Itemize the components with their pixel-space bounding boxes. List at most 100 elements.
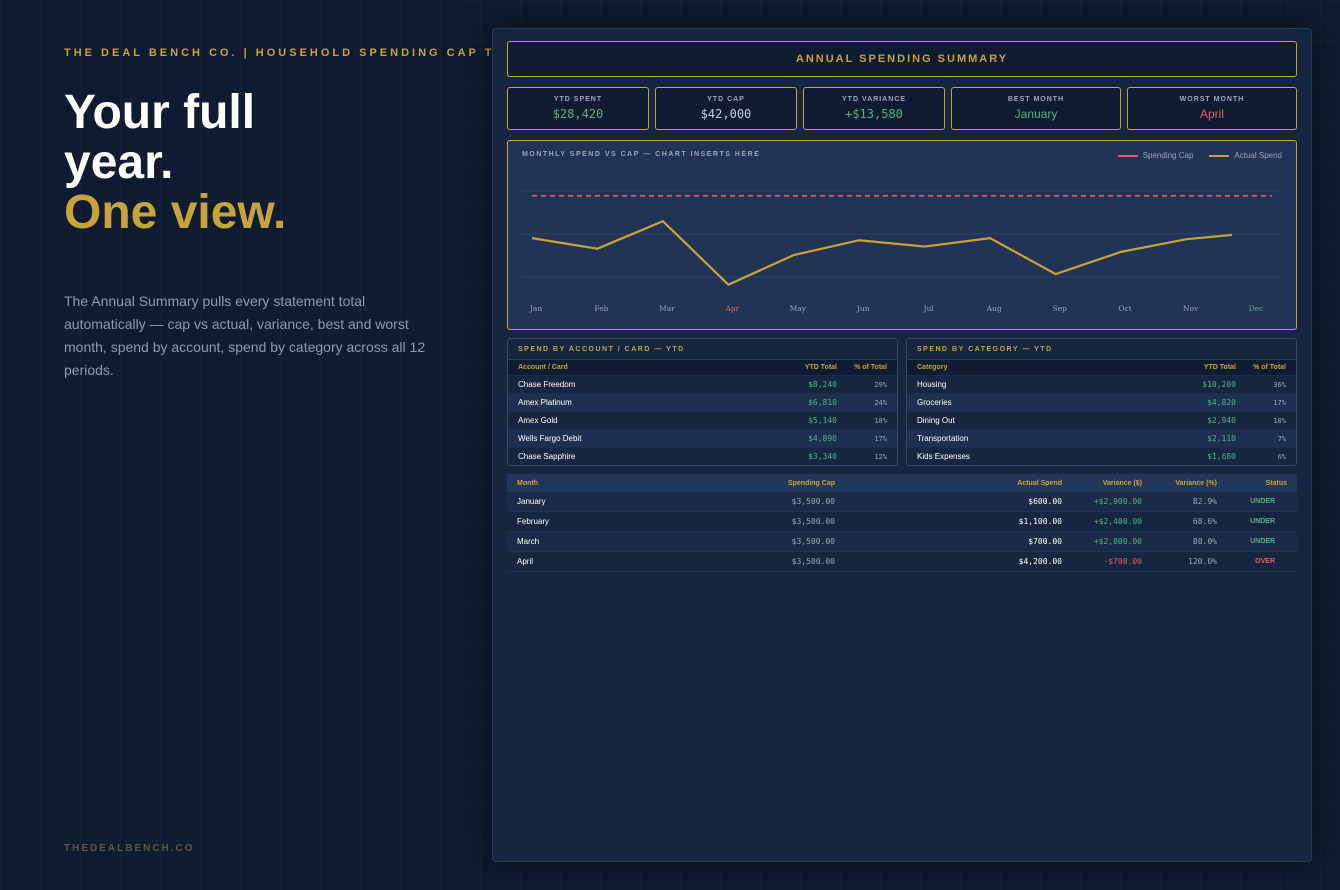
kpi-label: YTD CAP	[707, 96, 745, 103]
x-tick-label: Apr	[724, 304, 739, 313]
x-tick-label: Nov	[1183, 304, 1199, 313]
monthly-cell-cap: $3,500.00	[791, 517, 835, 526]
category-cell-total: $10,200	[1202, 380, 1236, 389]
account-row: Wells Fargo Debit $4,890 17%	[508, 429, 897, 447]
account-cell-pct: 17%	[874, 435, 887, 443]
monthly-cell-month: April	[517, 557, 534, 566]
kpi-worst-month: WORST MONTH April	[1127, 87, 1297, 130]
monthly-cell-variance: -$700.00	[1103, 557, 1142, 566]
account-cell-pct: 24%	[874, 399, 887, 407]
category-row: Kids Expenses $1,680 6%	[907, 447, 1296, 465]
kpi-ytd-spent: YTD SPENT $28,420	[507, 87, 649, 130]
kpi-value: $42,000	[700, 107, 752, 121]
kpi-value: +$13,580	[845, 107, 903, 121]
x-tick-label: Feb	[594, 304, 608, 313]
x-tick-label: Jun	[856, 304, 870, 313]
kpi-label: WORST MONTH	[1179, 96, 1245, 103]
account-cell-total: $3,340	[808, 452, 837, 461]
account-cell-total: $4,890	[808, 434, 837, 443]
category-cell-pct: 7%	[1277, 435, 1286, 443]
account-row: Chase Freedom $8,240 29%	[508, 375, 897, 393]
monthly-cell-month: March	[517, 537, 540, 546]
monthly-cell-status: UNDER	[1250, 498, 1275, 505]
category-cell-pct: 17%	[1273, 399, 1286, 407]
monthly-cell-pct: 80.0%	[1192, 537, 1217, 546]
x-tick-label: Jan	[529, 304, 542, 313]
x-tick-label: Dec	[1249, 304, 1264, 313]
monthly-cell-actual: $700.00	[1028, 537, 1062, 546]
monthly-chart: MONTHLY SPEND VS CAP — CHART INSERTS HER…	[507, 140, 1297, 330]
header-status: Status	[1265, 479, 1287, 487]
monthly-cell-variance: +$2,800.00	[1093, 537, 1142, 546]
monthly-cell-status: OVER	[1255, 558, 1275, 565]
monthly-cell-actual: $4,200.00	[1018, 557, 1062, 566]
category-cell-name: Housing	[917, 380, 947, 389]
account-cell-pct: 12%	[874, 453, 887, 461]
monthly-cell-variance: +$2,400.00	[1093, 517, 1142, 526]
category-cell-name: Transportation	[917, 434, 969, 443]
hero-description: The Annual Summary pulls every statement…	[64, 293, 426, 378]
account-cell-name: Amex Platinum	[518, 398, 572, 407]
category-cell-total: $2,110	[1207, 434, 1236, 443]
x-tick-label: Jul	[923, 304, 935, 313]
series-line-actual	[531, 219, 1233, 286]
account-cell-name: Wells Fargo Debit	[518, 434, 582, 443]
category-header-total: YTD Total	[1203, 364, 1236, 371]
kpi-ytd-cap: YTD CAP $42,000	[655, 87, 797, 130]
monthly-row: April $3,500.00 $4,200.00 -$700.00 120.0% OVE…	[507, 552, 1297, 572]
category-cell-total: $1,680	[1207, 452, 1236, 461]
account-table-header: Account / Card YTD Total % of Total	[508, 360, 897, 375]
category-card-title: SPEND BY CATEGORY — YTD	[907, 339, 1296, 360]
hero-line-3: One view.	[64, 186, 287, 239]
x-tick-label: Aug	[986, 304, 1002, 313]
category-row: Groceries $4,820 17%	[907, 393, 1296, 411]
kpi-label: YTD SPENT	[553, 96, 603, 103]
x-tick-label: May	[790, 304, 807, 313]
account-cell-name: Chase Freedom	[518, 380, 576, 389]
category-table-body: Housing $10,200 36% Groceries $4,820 17% Dinin…	[907, 375, 1296, 465]
monthly-table-header: Month Spending Cap Actual Spend Variance…	[507, 474, 1297, 492]
category-cell-total: $4,820	[1207, 398, 1236, 407]
category-cell-pct: 6%	[1277, 453, 1286, 461]
spend-by-account-card: SPEND BY ACCOUNT / CARD — YTD Account / …	[507, 338, 898, 466]
category-cell-name: Groceries	[917, 398, 952, 407]
account-row: Amex Platinum $6,810 24%	[508, 393, 897, 411]
category-cell-pct: 10%	[1273, 417, 1286, 425]
account-card-title: SPEND BY ACCOUNT / CARD — YTD	[508, 339, 897, 360]
category-row: Dining Out $2,940 10%	[907, 411, 1296, 429]
category-header-pct: % of Total	[1253, 364, 1286, 371]
monthly-cell-month: February	[517, 517, 550, 526]
kpi-best-month: BEST MONTH January	[951, 87, 1121, 130]
monthly-table-body: January $3,500.00 $600.00 +$2,900.00 82.9% UN…	[507, 492, 1297, 572]
monthly-cell-pct: 120.0%	[1188, 557, 1217, 566]
account-header-total: YTD Total	[804, 364, 837, 371]
category-cell-name: Dining Out	[917, 416, 955, 425]
account-cell-total: $8,240	[808, 380, 837, 389]
account-cell-pct: 29%	[874, 381, 887, 389]
category-header-name: Category	[917, 364, 948, 371]
monthly-row: January $3,500.00 $600.00 +$2,900.00 82.9% UN…	[507, 492, 1297, 512]
account-row: Chase Sapphire $3,340 12%	[508, 447, 897, 465]
category-cell-name: Kids Expenses	[917, 452, 970, 461]
monthly-row: February $3,500.00 $1,100.00 +$2,400.00 68.6…	[507, 512, 1297, 532]
header-month: Month	[517, 479, 538, 487]
hero-line-1: Your full	[64, 86, 256, 139]
header-variance: Variance ($)	[1102, 479, 1142, 487]
account-header-pct: % of Total	[854, 364, 887, 371]
x-tick-label: Mar	[659, 304, 675, 313]
brand-tagline: THE DEAL BENCH CO. | HOUSEHOLD SPENDING …	[64, 47, 528, 59]
hero-line-2: year.	[64, 136, 174, 189]
monthly-cell-cap: $3,500.00	[791, 557, 835, 566]
category-cell-pct: 36%	[1273, 381, 1286, 389]
kpi-value: $28,420	[552, 107, 604, 121]
monthly-cell-actual: $600.00	[1028, 497, 1062, 506]
monthly-cell-pct: 82.9%	[1192, 497, 1217, 506]
account-cell-pct: 18%	[874, 417, 887, 425]
site-url: THEDEALBENCH.CO	[64, 843, 195, 854]
category-row: Transportation $2,110 7%	[907, 429, 1296, 447]
account-header-name: Account / Card	[518, 364, 568, 371]
header-variance-pct: Variance (%)	[1175, 479, 1217, 487]
spend-by-category-card: SPEND BY CATEGORY — YTD Category YTD Tot…	[906, 338, 1297, 466]
monthly-cell-cap: $3,500.00	[791, 497, 835, 506]
monthly-cell-month: January	[517, 497, 546, 506]
